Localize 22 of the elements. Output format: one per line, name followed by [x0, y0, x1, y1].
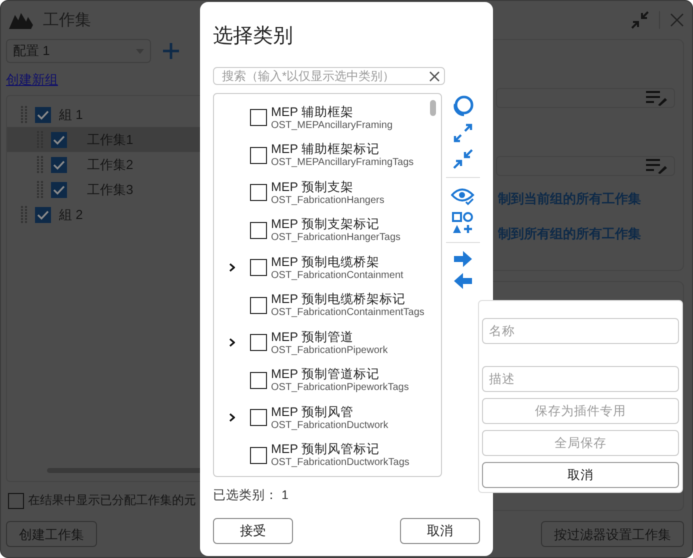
category-code: OST_FabricationContainment — [271, 270, 404, 282]
category-name: MEP 预制电缆桥架 — [271, 254, 380, 270]
category-code: OST_FabricationDuctwork — [271, 420, 388, 432]
category-name: MEP 预制电缆桥架标记 — [271, 291, 406, 308]
category-code: OST_MEPAncillaryFraming — [271, 120, 393, 132]
category-name: MEP 预制支架标记 — [271, 216, 380, 232]
category-code: OST_FabricationHangers — [271, 194, 384, 207]
category-name: MEP 预制管道标记 — [271, 366, 380, 382]
category-code: OST_MEPAncillaryFramingTags — [271, 157, 414, 170]
dialog-title: 选择类别 — [213, 24, 294, 49]
category-code: OST_FabricationPipeworkTags — [271, 382, 409, 394]
category-name: MEP 辅助框架 — [271, 104, 354, 120]
category-code: OST_FabricationDuctworkTags — [271, 457, 410, 470]
category-name: MEP 预制支架 — [271, 178, 354, 195]
category-name: MEP 预制风管标记 — [271, 441, 380, 458]
category-code: OST_FabricationHangerTags — [271, 232, 401, 244]
selected-count: 已选类别： 1 — [213, 487, 290, 504]
category-code: OST_FabricationPipework — [271, 344, 388, 357]
category-name: MEP 辅助框架标记 — [271, 141, 380, 158]
category-code: OST_FabricationContainmentTags — [271, 307, 424, 320]
category-name: MEP 预制管道 — [271, 328, 354, 345]
category-name: MEP 预制风管 — [271, 404, 354, 420]
